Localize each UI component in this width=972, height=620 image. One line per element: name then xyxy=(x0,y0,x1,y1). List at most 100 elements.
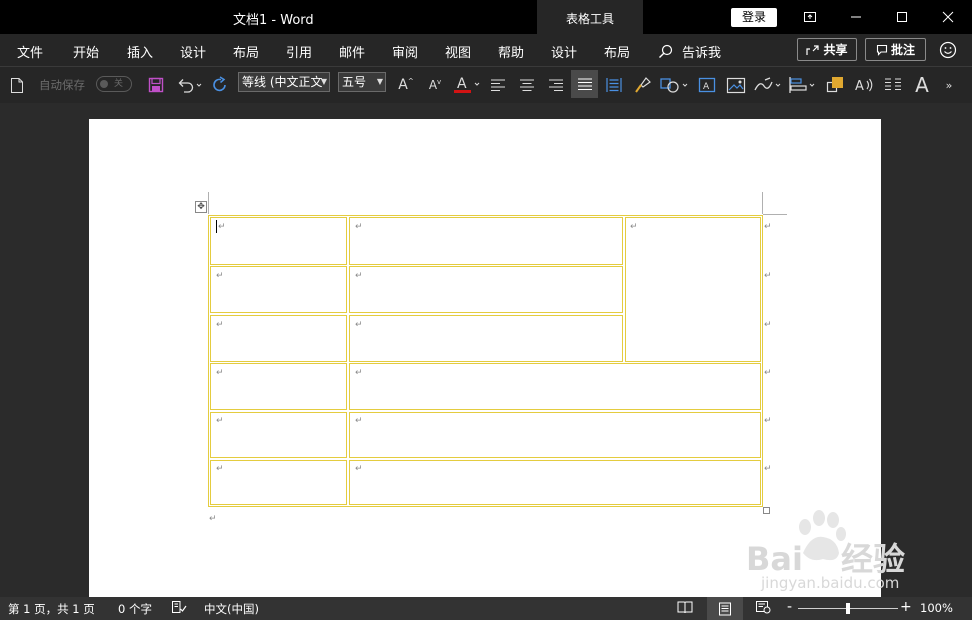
paragraph-mark: ↵ xyxy=(218,222,226,232)
table-cell[interactable] xyxy=(349,363,761,410)
tell-me-search[interactable]: 告诉我 xyxy=(658,42,721,61)
minimize-button[interactable] xyxy=(833,0,879,34)
undo-button[interactable] xyxy=(175,74,203,96)
read-mode-button[interactable] xyxy=(677,600,697,617)
table-cell[interactable] xyxy=(210,363,347,410)
shrink-font-icon: Av xyxy=(428,78,442,92)
menu-references[interactable]: 引用 xyxy=(286,42,312,61)
redo-button[interactable] xyxy=(209,74,231,96)
word-count-status[interactable]: 0 个字 xyxy=(118,601,152,617)
font-size-dropdown[interactable]: 五号 ▼ xyxy=(338,72,386,92)
table-tools-context-tab: 表格工具 xyxy=(537,0,643,34)
menu-home[interactable]: 开始 xyxy=(73,42,99,61)
grow-font-button[interactable]: A^ xyxy=(396,74,416,96)
table-cell[interactable] xyxy=(210,217,347,265)
bring-forward-button[interactable] xyxy=(825,74,845,96)
menu-table-design[interactable]: 设计 xyxy=(551,42,577,61)
proofing-status[interactable] xyxy=(171,600,187,617)
close-button[interactable] xyxy=(925,0,971,34)
table-resize-handle[interactable] xyxy=(763,507,770,514)
menu-mailings[interactable]: 邮件 xyxy=(339,42,365,61)
draw-button[interactable] xyxy=(752,74,782,96)
distributed-button[interactable] xyxy=(604,74,624,96)
proofing-icon xyxy=(172,601,187,613)
menu-insert[interactable]: 插入 xyxy=(127,42,153,61)
align-left-button[interactable] xyxy=(488,74,508,96)
table-cell[interactable] xyxy=(349,412,761,458)
font-size-value: 五号 xyxy=(342,75,367,89)
justify-button[interactable] xyxy=(571,70,598,98)
columns-icon xyxy=(885,78,901,91)
zoom-slider-thumb[interactable] xyxy=(846,603,850,614)
print-layout-button[interactable] xyxy=(707,597,743,620)
feedback-button[interactable] xyxy=(938,40,958,60)
paragraph-mark: ↵ xyxy=(209,514,217,524)
font-name-dropdown[interactable]: 等线 (中文正文 ▼ xyxy=(238,72,330,92)
align-right-icon xyxy=(549,79,563,92)
table-cell[interactable] xyxy=(210,460,347,505)
comments-button[interactable]: 批注 xyxy=(865,38,926,61)
login-button[interactable]: 登录 xyxy=(731,8,777,27)
end-of-row-mark: ↵ xyxy=(764,464,772,474)
watermark-url: jingyan.baidu.com xyxy=(761,574,900,592)
new-document-button[interactable] xyxy=(8,74,26,96)
textbox-button[interactable]: A xyxy=(697,74,717,96)
page-count-status[interactable]: 第 1 页，共 1 页 xyxy=(8,601,95,617)
paragraph-mark: ↵ xyxy=(355,271,363,281)
minimize-icon xyxy=(851,16,861,18)
menu-design[interactable]: 设计 xyxy=(180,42,206,61)
table-cell[interactable] xyxy=(349,217,623,265)
menu-file[interactable]: 文件 xyxy=(17,42,43,61)
table-cell[interactable] xyxy=(349,266,623,313)
format-painter-button[interactable] xyxy=(633,74,653,96)
read-aloud-button[interactable]: A xyxy=(853,74,875,96)
font-size-icon: A xyxy=(915,73,929,97)
grow-font-icon: A^ xyxy=(398,77,414,93)
align-center-button[interactable] xyxy=(517,74,537,96)
menu-table-layout[interactable]: 布局 xyxy=(604,42,630,61)
table-cell[interactable] xyxy=(210,266,347,313)
search-icon xyxy=(659,44,673,58)
shrink-font-button[interactable]: Av xyxy=(425,74,445,96)
read-mode-icon xyxy=(677,601,693,614)
zoom-in-button[interactable]: + xyxy=(900,599,912,615)
zoom-level[interactable]: 100% xyxy=(920,601,953,615)
columns-button[interactable] xyxy=(883,74,903,96)
align-objects-button[interactable] xyxy=(787,74,817,96)
table-tools-label: 表格工具 xyxy=(565,12,614,26)
more-commands-button[interactable]: » xyxy=(941,74,957,96)
menu-help[interactable]: 帮助 xyxy=(498,42,524,61)
menu-layout[interactable]: 布局 xyxy=(233,42,259,61)
document-page[interactable]: ✥ ↵ ↵ ↵ ↵ ↵ ↵ ↵ ↵ ↵ ↵ ↵ ↵ ↵ ↵ ↵ ↵ ↵ ↵ ↵ … xyxy=(89,119,905,597)
table-cell[interactable] xyxy=(349,460,761,505)
table-move-handle[interactable]: ✥ xyxy=(195,201,207,213)
font-name-value: 等线 (中文正文 xyxy=(242,75,323,89)
web-layout-button[interactable] xyxy=(755,600,775,617)
maximize-button[interactable] xyxy=(879,0,925,34)
table-cell[interactable] xyxy=(210,315,347,362)
table-cell[interactable] xyxy=(210,412,347,458)
shapes-icon xyxy=(660,78,688,93)
autosave-toggle[interactable]: 关 xyxy=(96,76,132,92)
paragraph-mark: ↵ xyxy=(355,416,363,426)
autosave-label: 自动保存 xyxy=(39,78,85,92)
table-cell[interactable] xyxy=(349,315,623,362)
end-of-row-mark: ↵ xyxy=(764,222,772,232)
picture-button[interactable] xyxy=(725,74,747,96)
share-button[interactable]: 共享 xyxy=(797,38,857,61)
font-color-button[interactable]: A xyxy=(452,74,482,96)
table-cell-merged[interactable] xyxy=(625,217,761,362)
menu-view[interactable]: 视图 xyxy=(445,42,471,61)
svg-text:A: A xyxy=(457,76,467,92)
zoom-out-button[interactable]: - xyxy=(787,599,792,615)
shapes-button[interactable] xyxy=(659,74,689,96)
save-button[interactable] xyxy=(146,74,166,96)
font-settings-button[interactable]: A xyxy=(912,73,932,97)
ribbon-display-options-button[interactable] xyxy=(787,0,833,34)
paragraph-mark: ↵ xyxy=(355,222,363,232)
language-status[interactable]: 中文(中国) xyxy=(204,601,259,617)
more-icon: » xyxy=(945,78,953,92)
align-right-button[interactable] xyxy=(546,74,566,96)
menu-review[interactable]: 审阅 xyxy=(392,42,418,61)
close-icon xyxy=(942,11,954,23)
